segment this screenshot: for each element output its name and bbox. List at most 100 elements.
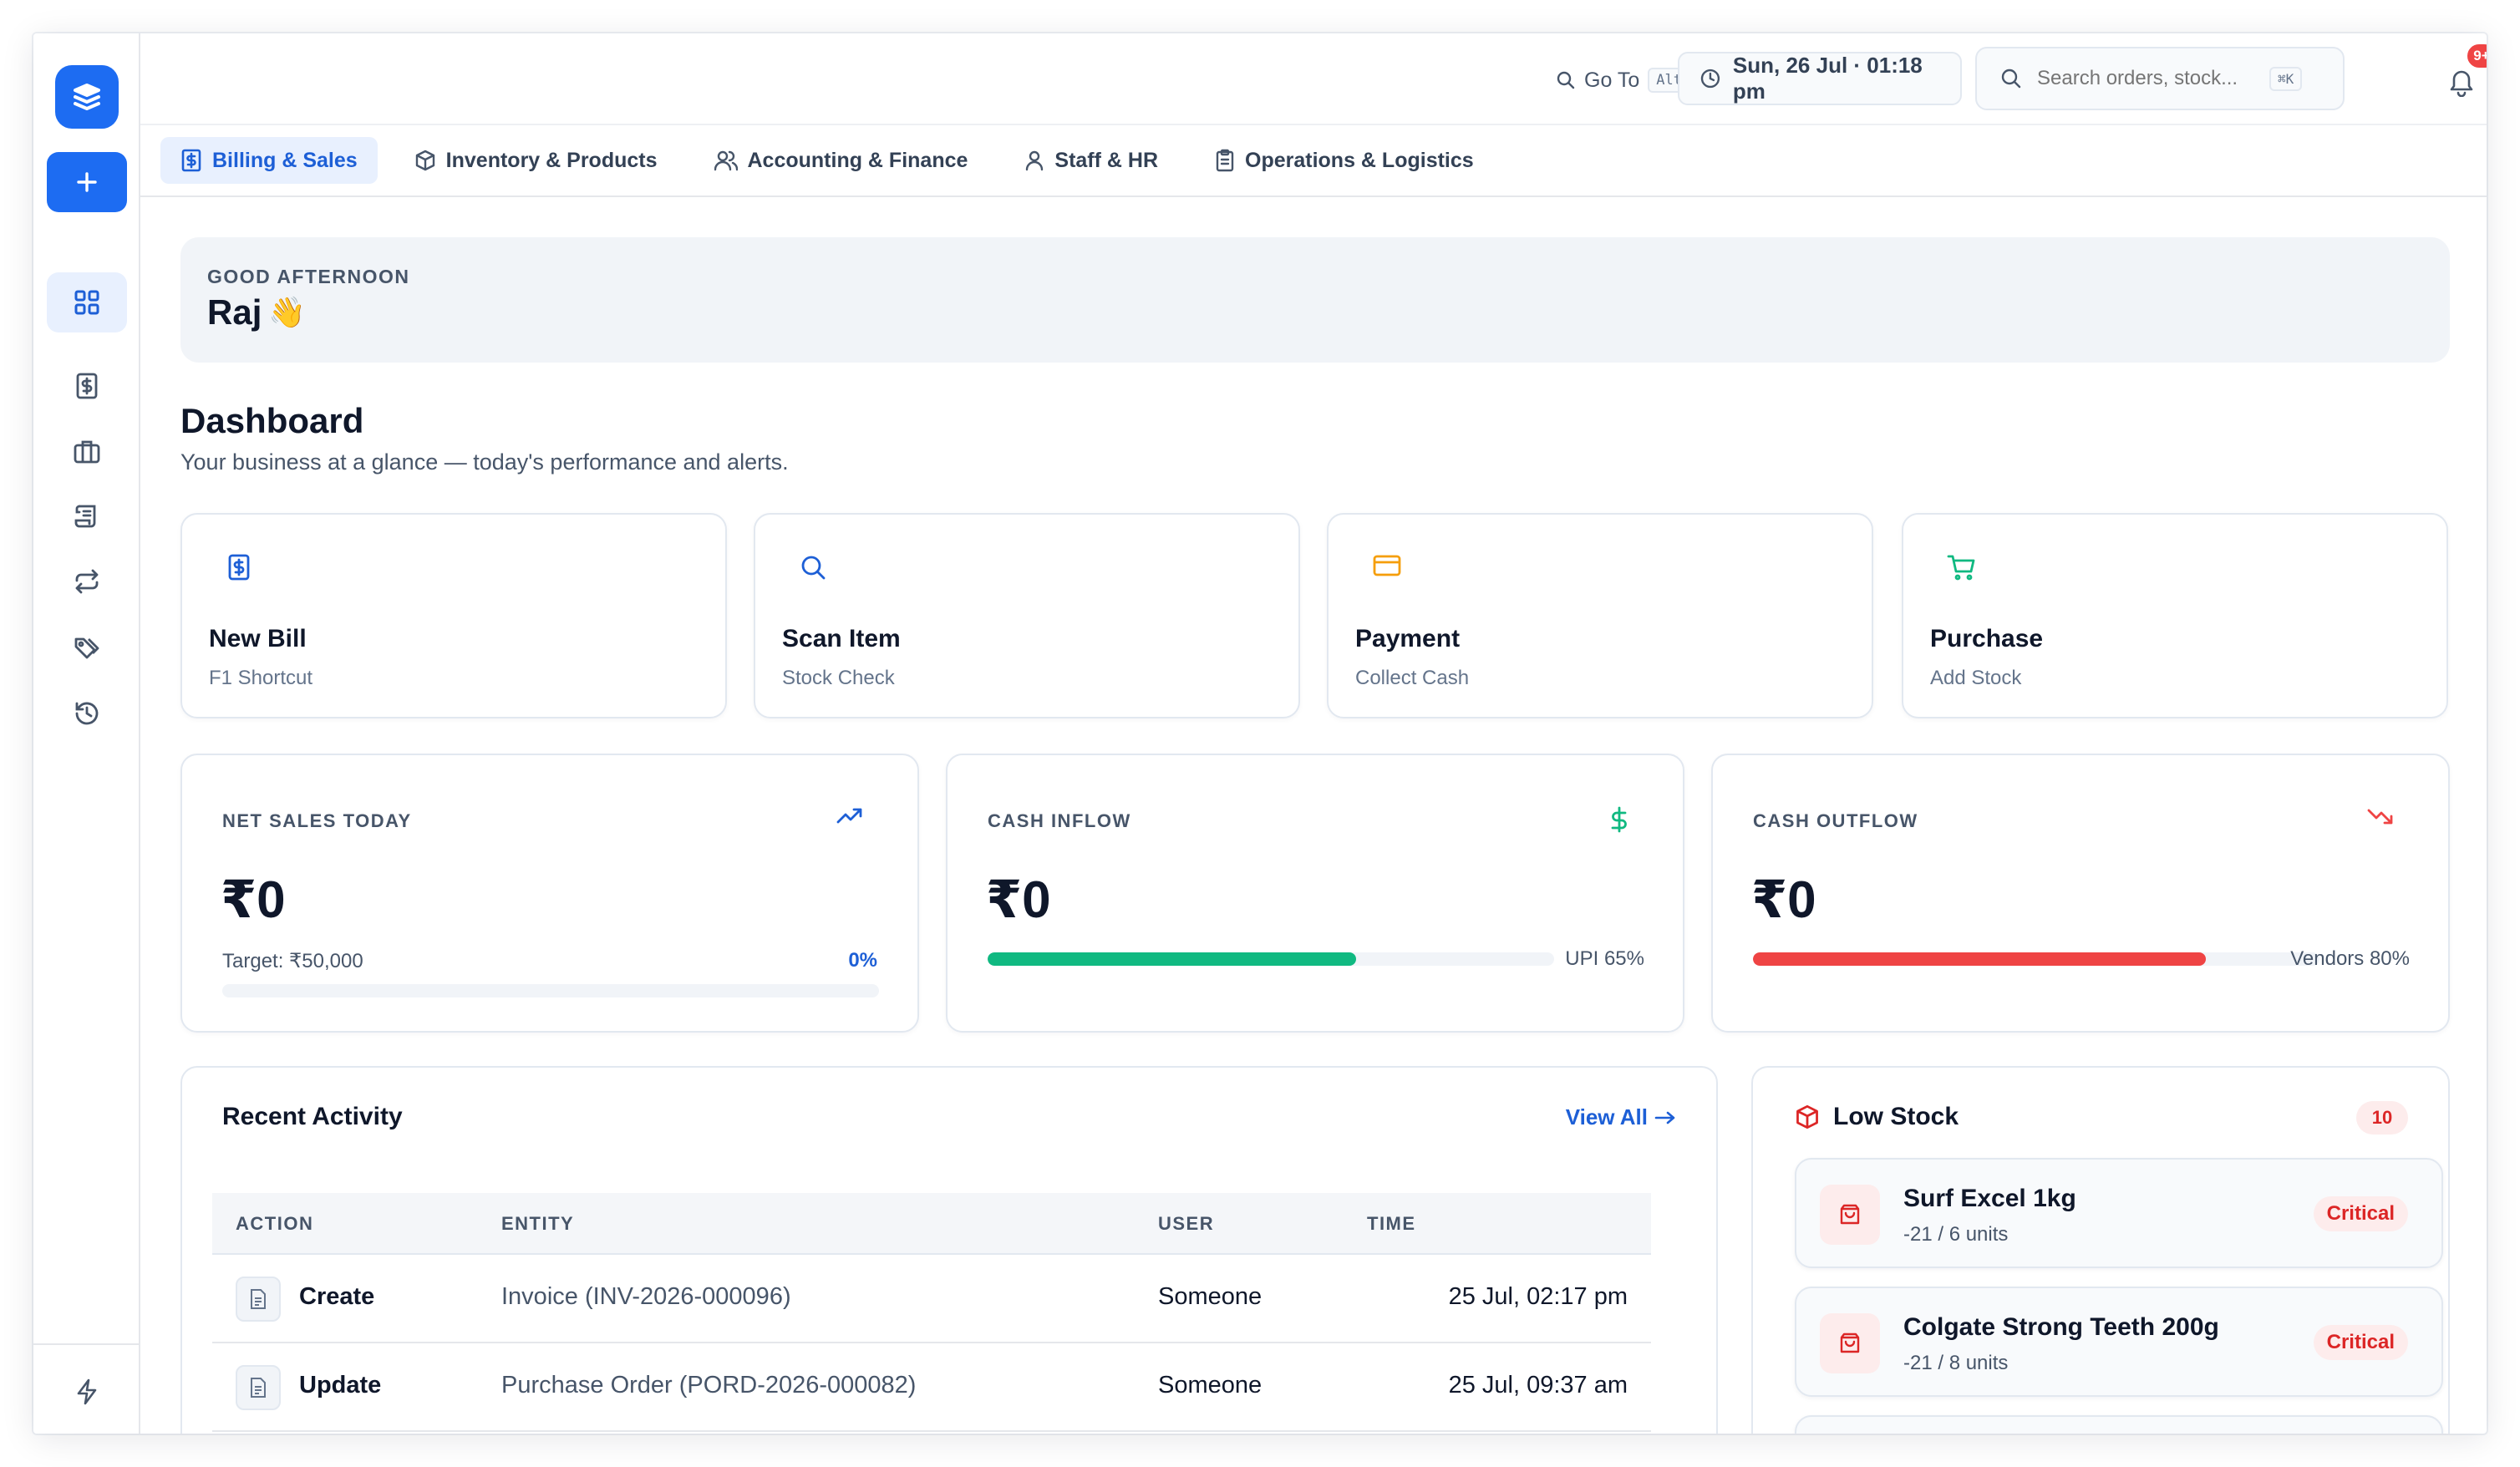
greeting-banner: GOOD AFTERNOON Raj 👋 — [180, 237, 2450, 363]
stat-target: Target: ₹50,000 — [222, 950, 363, 972]
users-icon — [714, 150, 738, 171]
tab-inventory-products[interactable]: Inventory & Products — [394, 137, 678, 184]
outflow-bar-label: Vendors 80% — [2290, 947, 2410, 970]
cell-user: Someone — [1158, 1283, 1263, 1310]
search-icon — [2001, 69, 2021, 89]
stat-card-cash-inflow: CASH INFLOW ₹0 UPI 65% — [946, 754, 1684, 1033]
card-icon — [1373, 555, 1401, 576]
target-progress-bar — [222, 984, 879, 997]
search-icon — [1557, 71, 1575, 89]
greeting-name: Raj 👋 — [207, 292, 306, 332]
column-header: ACTION — [236, 1213, 314, 1234]
cell-user: Someone — [1158, 1372, 1263, 1398]
create-new-button[interactable] — [47, 152, 127, 212]
stat-card-net-sales: NET SALES TODAY ₹0 Target: ₹50,000 0% — [180, 754, 919, 1033]
table-row[interactable]: Update Purchase Order (PORD-2026-000082)… — [212, 1343, 1651, 1432]
document-icon — [236, 1277, 281, 1322]
column-header: USER — [1158, 1213, 1215, 1234]
low-stock-item[interactable]: Surf Excel 1kg -21 / 6 units Critical — [1795, 1158, 2443, 1268]
table-header: ACTION ENTITY USER TIME — [212, 1193, 1651, 1255]
quick-action-payment[interactable]: Payment Collect Cash — [1327, 513, 1873, 718]
tab-operations-logistics[interactable]: Operations & Logistics — [1195, 137, 1494, 184]
stat-value: ₹0 — [986, 871, 1051, 929]
shopping-bag-icon — [1820, 1185, 1880, 1245]
box-icon — [415, 150, 434, 171]
tab-label: Accounting & Finance — [747, 148, 968, 172]
user-name: Raj — [207, 292, 262, 332]
sidebar-item-inventory[interactable] — [47, 421, 127, 481]
sidebar-item-history[interactable] — [47, 683, 127, 744]
item-name: Surf Excel 1kg — [1903, 1185, 2076, 1212]
tab-label: Staff & HR — [1054, 148, 1159, 172]
stat-card-cash-outflow: CASH OUTFLOW ₹0 Vendors 80% — [1711, 754, 2450, 1033]
arrow-right-icon — [1654, 1111, 1675, 1124]
bill-icon — [181, 149, 201, 172]
briefcase-icon — [74, 440, 100, 464]
grid-icon — [74, 290, 99, 315]
bell-icon — [2450, 70, 2473, 97]
page-title: Dashboard — [180, 401, 364, 440]
quick-action-purchase[interactable]: Purchase Add Stock — [1902, 513, 2448, 718]
quick-action-title: New Bill — [209, 625, 307, 652]
global-search[interactable]: ⌘K — [1975, 47, 2345, 110]
bill-icon — [76, 373, 98, 399]
history-icon — [75, 702, 99, 725]
datetime-display[interactable]: Sun, 26 Jul · 01:18 pm — [1678, 52, 1962, 105]
tags-icon — [74, 637, 99, 659]
tab-accounting-finance[interactable]: Accounting & Finance — [694, 137, 988, 184]
low-stock-item[interactable]: Colgate Strong Teeth 200g -21 / 8 units … — [1795, 1287, 2443, 1397]
dollar-icon — [1611, 806, 1627, 833]
item-units: -21 / 6 units — [1903, 1223, 2009, 1246]
lightning-icon — [77, 1378, 97, 1405]
column-header: TIME — [1367, 1213, 1416, 1234]
stat-label: CASH OUTFLOW — [1753, 810, 1918, 831]
panel-title: Recent Activity — [222, 1103, 403, 1130]
sidebar-divider — [33, 1343, 140, 1345]
table-row[interactable] — [212, 1432, 1651, 1434]
notification-count-badge: 9+ — [2465, 42, 2487, 70]
greeting-label: GOOD AFTERNOON — [207, 266, 410, 287]
app-logo-icon[interactable] — [55, 65, 119, 129]
sidebar-item-billing[interactable] — [47, 356, 127, 416]
outflow-progress-bar — [1753, 952, 2319, 966]
view-all-link[interactable]: View All — [1566, 1104, 1676, 1130]
status-badge: Critical — [2313, 1325, 2408, 1360]
tab-staff-hr[interactable]: Staff & HR — [1004, 137, 1178, 184]
search-input[interactable] — [2037, 67, 2254, 90]
app-window: Go To Alt+G Sun, 26 Jul · 01:18 pm ⌘K 9+… — [33, 33, 2487, 1434]
cell-action: Update — [299, 1372, 382, 1398]
quick-action-scan-item[interactable]: Scan Item Stock Check — [754, 513, 1300, 718]
stat-label: CASH INFLOW — [988, 810, 1131, 831]
tab-label: Inventory & Products — [445, 148, 658, 172]
datetime-text: Sun, 26 Jul · 01:18 pm — [1732, 53, 1923, 104]
sidebar-item-transfers[interactable] — [47, 551, 127, 612]
quick-action-subtitle: F1 Shortcut — [209, 667, 313, 689]
inflow-progress-bar — [988, 952, 1554, 966]
view-all-label: View All — [1565, 1104, 1648, 1129]
status-badge: Critical — [2313, 1196, 2408, 1231]
low-stock-count-badge: 10 — [2356, 1101, 2408, 1135]
sidebar — [33, 33, 140, 1434]
panel-title: Low Stock — [1833, 1103, 1959, 1130]
shopping-bag-icon — [1820, 1313, 1880, 1373]
quick-action-new-bill[interactable]: New Bill F1 Shortcut — [180, 513, 727, 718]
low-stock-item[interactable] — [1795, 1415, 2443, 1434]
quick-action-subtitle: Stock Check — [782, 667, 895, 689]
stat-percent: 0% — [848, 949, 877, 972]
inflow-bar-label: UPI 65% — [1565, 947, 1644, 970]
user-icon — [1026, 150, 1044, 171]
search-icon — [801, 556, 826, 580]
quick-action-title: Purchase — [1930, 625, 2044, 652]
table-row[interactable]: Create Invoice (INV-2026-000096) Someone… — [212, 1255, 1651, 1343]
sidebar-item-ledger[interactable] — [47, 486, 127, 546]
top-bar: Go To Alt+G Sun, 26 Jul · 01:18 pm ⌘K 9+… — [140, 33, 2487, 125]
wave-emoji-icon: 👋 — [268, 295, 307, 329]
quick-action-title: Scan Item — [782, 625, 901, 652]
sidebar-item-quick[interactable] — [47, 1362, 127, 1422]
stat-label: NET SALES TODAY — [222, 810, 412, 831]
tab-billing-sales[interactable]: Billing & Sales — [160, 137, 378, 184]
quick-action-subtitle: Add Stock — [1930, 667, 2022, 689]
sidebar-item-pricing[interactable] — [47, 618, 127, 678]
bill-icon — [228, 554, 250, 581]
sidebar-item-dashboard[interactable] — [47, 272, 127, 332]
